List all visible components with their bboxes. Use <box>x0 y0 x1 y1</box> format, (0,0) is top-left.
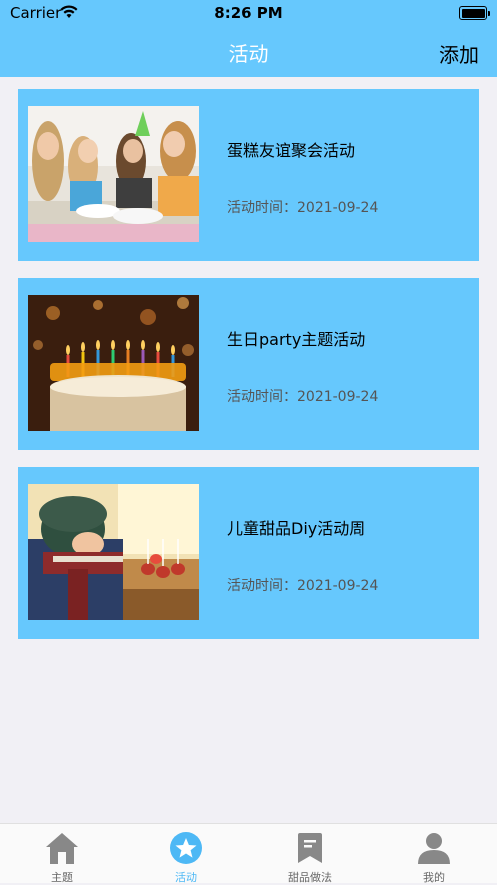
home-icon <box>46 833 78 864</box>
activity-photo-birthday-cake <box>28 295 199 431</box>
activity-time: 活动时间：2021-09-24 <box>227 389 379 405</box>
tab-activity[interactable]: 活动 <box>124 828 248 884</box>
status-bar: Carrier 8:26 PM <box>0 0 497 26</box>
activity-card[interactable]: 儿童甜品Diy活动周 活动时间：2021-09-24 <box>18 467 479 639</box>
activity-photo-party <box>28 106 199 242</box>
page-title: 活动 <box>228 42 269 66</box>
status-time: 8:26 PM <box>214 4 283 22</box>
add-button[interactable]: 添加 <box>439 39 479 68</box>
tab-theme[interactable]: 主题 <box>0 828 124 884</box>
activity-card[interactable]: 蛋糕友谊聚会活动 活动时间：2021-09-24 <box>18 89 479 261</box>
battery-icon <box>459 6 490 20</box>
activity-title: 儿童甜品Diy活动周 <box>227 519 366 538</box>
activity-card[interactable]: 生日party主题活动 活动时间：2021-09-24 <box>18 278 479 450</box>
bookmark-icon <box>298 833 322 863</box>
activity-time: 活动时间：2021-09-24 <box>227 578 379 594</box>
activity-list: 蛋糕友谊聚会活动 活动时间：2021-09-24 生日party主题活动 活动时… <box>18 89 479 656</box>
activity-photo-child-dessert <box>28 484 199 620</box>
tab-mine[interactable]: 我的 <box>372 828 496 884</box>
tab-bar: 主题 活动 甜品做法 我的 <box>0 823 497 884</box>
star-icon <box>170 832 202 864</box>
person-icon <box>418 833 450 864</box>
activity-title: 蛋糕友谊聚会活动 <box>227 141 356 160</box>
activity-title: 生日party主题活动 <box>227 330 366 349</box>
activity-time: 活动时间：2021-09-24 <box>227 200 379 216</box>
navigation-bar: 活动 添加 <box>0 26 497 77</box>
tab-dessert-recipes[interactable]: 甜品做法 <box>248 828 372 884</box>
